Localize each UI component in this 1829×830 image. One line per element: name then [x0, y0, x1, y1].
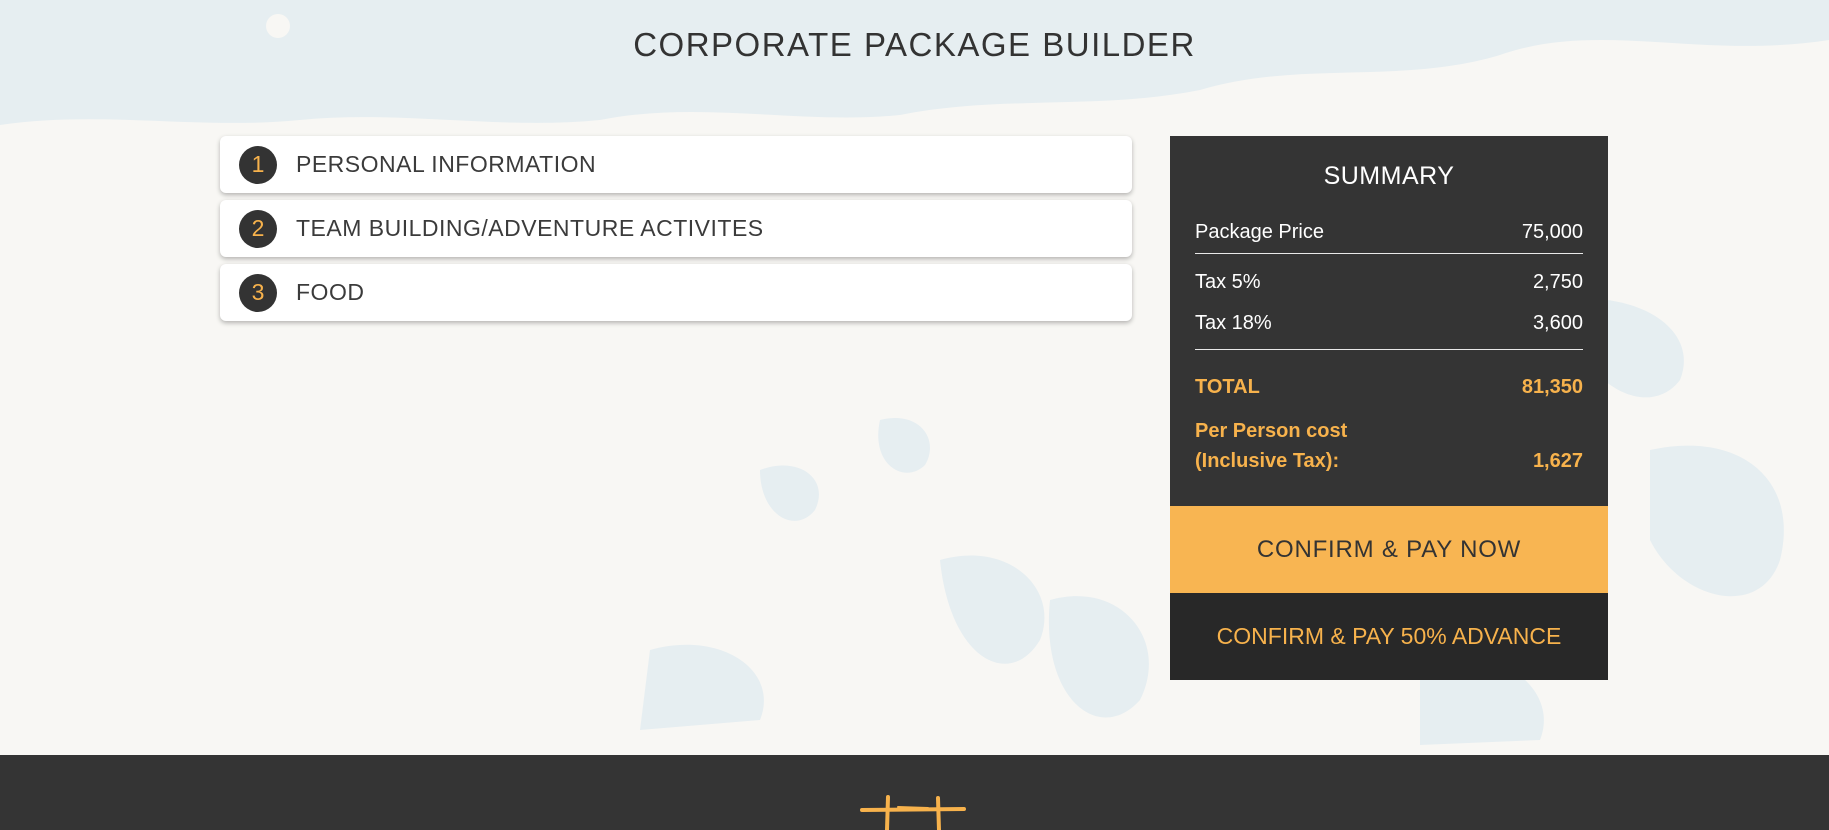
page-title: CORPORATE PACKAGE BUILDER [633, 26, 1196, 63]
summary-divider [1195, 349, 1583, 350]
step-label: TEAM BUILDING/ADVENTURE ACTIVITES [296, 215, 764, 241]
step-personal-information[interactable]: 1 PERSONAL INFORMATION [220, 136, 1132, 193]
summary-title: SUMMARY [1323, 162, 1455, 190]
tax-18-row: Tax 18% 3,600 [1195, 306, 1583, 340]
confirm-pay-now-button[interactable]: CONFIRM & PAY NOW [1170, 506, 1608, 593]
total-label: TOTAL [1195, 375, 1260, 398]
step-label: FOOD [296, 279, 365, 305]
per-person-cost-value: 1,627 [1532, 450, 1583, 472]
package-price-value: 75,000 [1521, 221, 1583, 243]
total-row: TOTAL 81,350 [1195, 370, 1583, 404]
per-person-cost-label: Per Person cost (Inclusive Tax): [1195, 420, 1348, 472]
confirm-pay-advance-button[interactable]: CONFIRM & PAY 50% ADVANCE [1170, 593, 1608, 680]
tax-5-value: 2,750 [1532, 270, 1583, 293]
total-value: 81,350 [1521, 375, 1583, 398]
step-team-building-activities[interactable]: 2 TEAM BUILDING/ADVENTURE ACTIVITES [220, 200, 1132, 257]
tax-18-label: Tax 18% [1195, 311, 1272, 334]
package-price-label: Package Price [1195, 221, 1324, 243]
step-label: PERSONAL INFORMATION [296, 151, 597, 177]
package-price-row: Package Price 75,000 [1195, 212, 1583, 254]
step-number-badge: 3 [239, 273, 277, 312]
per-person-cost-row: Per Person cost (Inclusive Tax): 1,627 [1195, 416, 1583, 476]
tax-5-row: Tax 5% 2,750 [1195, 265, 1583, 299]
tax-5-label: Tax 5% [1195, 270, 1261, 293]
footer [0, 755, 1829, 830]
summary-panel: SUMMARY Package Price 75,000 Tax 5% 2,75… [1170, 136, 1608, 680]
step-number-badge: 2 [239, 209, 277, 248]
brand-logo-icon [860, 795, 966, 830]
tax-18-value: 3,600 [1532, 311, 1583, 334]
step-food[interactable]: 3 FOOD [220, 264, 1132, 321]
step-number-badge: 1 [239, 145, 277, 184]
step-list: 1 PERSONAL INFORMATION 2 TEAM BUILDING/A… [220, 136, 1132, 328]
